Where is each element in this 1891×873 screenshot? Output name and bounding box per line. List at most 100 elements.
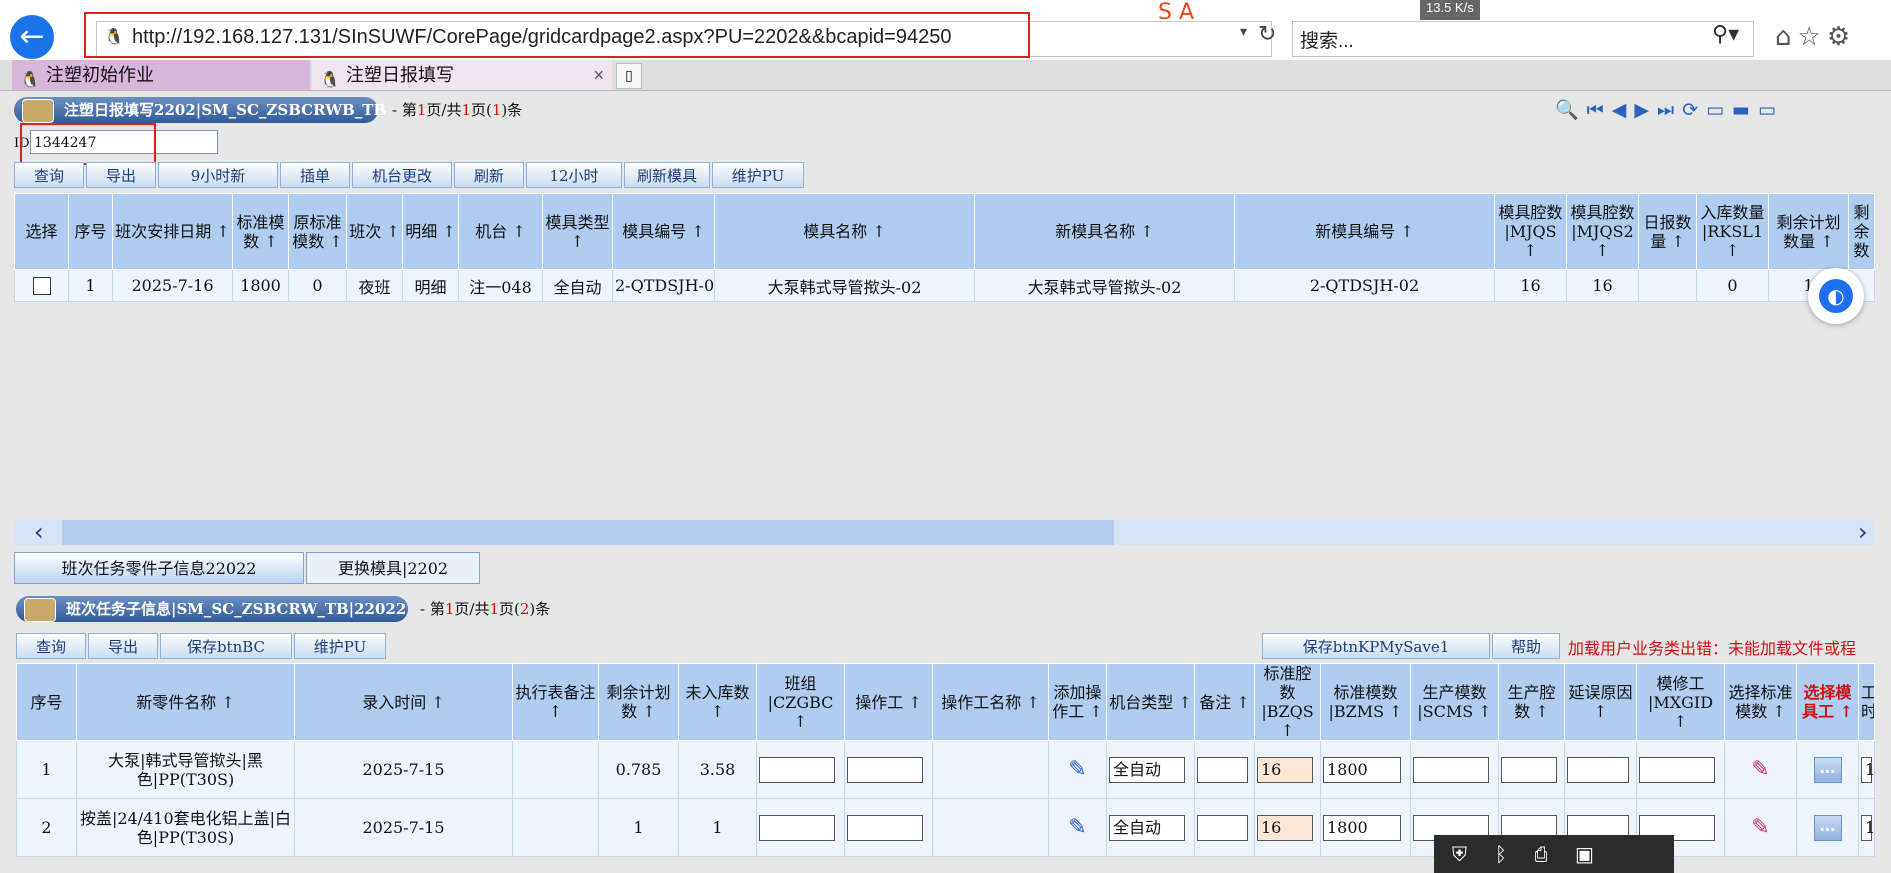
gear-icon[interactable]: ⚙: [1827, 22, 1856, 52]
col-header[interactable]: 入库数量 |RKSL1 ↑: [1696, 193, 1769, 270]
help-button[interactable]: 帮助: [1492, 633, 1560, 659]
operator-input[interactable]: [847, 756, 924, 783]
bzqs-cell[interactable]: 16: [1254, 740, 1321, 799]
bzms-cell[interactable]: 1800: [1320, 740, 1411, 799]
next-page-icon[interactable]: ▶: [1634, 99, 1657, 121]
star-icon[interactable]: ☆: [1798, 22, 1827, 52]
refresh-12h-button[interactable]: 12小时: [526, 162, 622, 188]
select-bzms-cell[interactable]: ✎: [1724, 798, 1797, 857]
reload-icon[interactable]: ⟳: [1682, 99, 1706, 121]
row-checkbox[interactable]: [32, 277, 51, 296]
scroll-right-icon[interactable]: ›: [1858, 518, 1868, 546]
tab-zhusu-daily[interactable]: 🐧 注塑日报填写 ×: [312, 60, 612, 90]
note-input[interactable]: [1197, 756, 1248, 783]
maintain-pu-button[interactable]: 维护PU: [294, 633, 386, 659]
col-header[interactable]: 新模具名称 ↑: [974, 193, 1235, 270]
col-header[interactable]: 未入库数 ↑: [678, 663, 757, 741]
app-icon[interactable]: ▣: [1575, 842, 1622, 866]
col-header[interactable]: 工时: [1858, 663, 1875, 741]
operator-cell[interactable]: [844, 740, 933, 799]
col-header[interactable]: 模具类型 ↑: [542, 193, 613, 270]
scqs-cell[interactable]: [1498, 740, 1565, 799]
back-button[interactable]: ←: [10, 15, 54, 59]
prev-page-icon[interactable]: ◀: [1612, 99, 1635, 121]
mxg-input[interactable]: [1639, 756, 1716, 783]
col-header[interactable]: 机台 ↑: [458, 193, 543, 270]
system-tray-popup[interactable]: ⛨ᛒ⎙▣: [1434, 835, 1674, 873]
tab-part-subinfo[interactable]: 班次任务零件子信息22022: [14, 552, 304, 584]
select-mold-worker-cell[interactable]: …: [1796, 798, 1859, 857]
assistant-icon[interactable]: ◐: [1819, 279, 1853, 313]
add-operator-cell[interactable]: ✎: [1048, 740, 1107, 799]
export-button[interactable]: 导出: [88, 633, 158, 659]
col-header[interactable]: 序号: [68, 193, 113, 270]
row-select[interactable]: [14, 269, 69, 302]
mxg-cell[interactable]: [1636, 740, 1725, 799]
delay-input[interactable]: [1567, 756, 1629, 783]
col-header[interactable]: 班次安排日期 ↑: [112, 193, 233, 270]
pencil-icon[interactable]: ✎: [1068, 757, 1086, 782]
scroll-left-icon[interactable]: ‹: [34, 518, 44, 546]
operator-input[interactable]: [847, 814, 924, 841]
add-operator-cell[interactable]: ✎: [1048, 798, 1107, 857]
team-input[interactable]: [759, 756, 836, 783]
col-header[interactable]: 操作工名称 ↑: [932, 663, 1049, 741]
col-header[interactable]: 模具编号 ↑: [612, 193, 715, 270]
bzms-input[interactable]: 1800: [1323, 756, 1402, 783]
save-kp-button[interactable]: 保存btnKPMySave1: [1262, 633, 1490, 659]
query-button[interactable]: 查询: [16, 633, 86, 659]
col-header[interactable]: 操作工 ↑: [844, 663, 933, 741]
col-header[interactable]: 机台类型 ↑: [1106, 663, 1195, 741]
col-header[interactable]: 日报数量 ↑: [1638, 193, 1697, 270]
col-header[interactable]: 标准腔数 |BZQS ↑: [1254, 663, 1321, 741]
col-header[interactable]: 选择模具工 ↑: [1796, 663, 1859, 741]
col-header[interactable]: 原标准模数 ↑: [288, 193, 347, 270]
scqs-input[interactable]: [1501, 756, 1558, 783]
refresh-mold-button[interactable]: 刷新模具: [624, 162, 710, 188]
scms-cell[interactable]: [1410, 740, 1499, 799]
scrollbar-thumb[interactable]: [62, 520, 1114, 545]
delay-cell[interactable]: [1564, 740, 1637, 799]
col-header[interactable]: 新零件名称 ↑: [76, 663, 295, 741]
col-header[interactable]: 选择标准模数 ↑: [1724, 663, 1797, 741]
note-input[interactable]: [1197, 814, 1248, 841]
team-cell[interactable]: [756, 798, 845, 857]
col-header[interactable]: 录入时间 ↑: [294, 663, 513, 741]
col-header[interactable]: 新模具编号 ↑: [1234, 193, 1495, 270]
maintain-pu-button[interactable]: 维护PU: [712, 162, 804, 188]
last-page-icon[interactable]: ⏭: [1657, 99, 1682, 121]
new-tab-button[interactable]: ▯: [616, 63, 642, 89]
col-header[interactable]: 选择: [14, 193, 69, 270]
printer-icon[interactable]: ⎙: [1535, 842, 1575, 866]
ellipsis-icon[interactable]: …: [1813, 814, 1842, 841]
col-header[interactable]: 标准模数 |BZMS ↑: [1320, 663, 1411, 741]
refresh-button[interactable]: 刷新: [454, 162, 524, 188]
col-header[interactable]: 生产腔数 ↑: [1498, 663, 1565, 741]
shield-icon[interactable]: ⛨: [1452, 842, 1495, 866]
bzqs-input[interactable]: 16: [1257, 756, 1314, 783]
table-row[interactable]: 1 大泵|韩式导管揿头|黑色|PP(T30S) 2025-7-15 0.785 …: [16, 740, 1875, 799]
tab-change-mold[interactable]: 更换模具|2202: [306, 552, 480, 584]
table-row[interactable]: 1 2025-7-16 1800 0 夜班 明细 注一048 全自动 2-QTD…: [14, 269, 1875, 302]
col-header[interactable]: 剩余计划数 ↑: [598, 663, 679, 741]
save-btnbc-button[interactable]: 保存btnBC: [160, 633, 292, 659]
close-icon[interactable]: ×: [593, 60, 604, 90]
col-header[interactable]: 模修工 |MXGID ↑: [1636, 663, 1725, 741]
team-cell[interactable]: [756, 740, 845, 799]
hours-input[interactable]: 12: [1861, 814, 1874, 841]
tab-zhusu-initial[interactable]: 🐧 注塑初始作业: [12, 60, 310, 90]
scms-input[interactable]: [1413, 756, 1490, 783]
col-header[interactable]: 生产模数 |SCMS ↑: [1410, 663, 1499, 741]
search-icon[interactable]: ⚲▾: [1712, 22, 1739, 47]
col-header[interactable]: 模具名称 ↑: [714, 193, 975, 270]
col-header[interactable]: 备注 ↑: [1194, 663, 1255, 741]
col-header[interactable]: 班组 |CZGBC ↑: [756, 663, 845, 741]
note-cell[interactable]: [1194, 798, 1255, 857]
layout-icon[interactable]: ▭▬▭: [1706, 99, 1784, 121]
col-header[interactable]: 添加操作工 ↑: [1048, 663, 1107, 741]
col-header[interactable]: 剩余计划数量 ↑: [1768, 193, 1849, 270]
bluetooth-icon[interactable]: ᛒ: [1495, 842, 1535, 866]
col-header[interactable]: 明细 ↑: [402, 193, 459, 270]
refresh-9h-button[interactable]: 9小时新: [158, 162, 278, 188]
machine-type-cell[interactable]: 全自动: [1106, 798, 1195, 857]
